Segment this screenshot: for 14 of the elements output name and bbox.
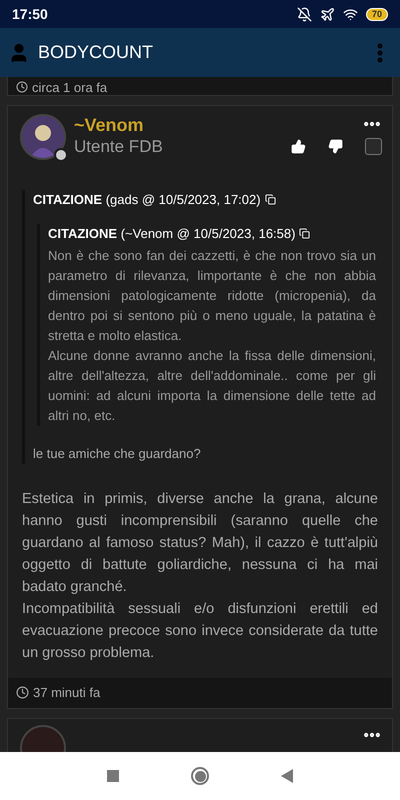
username[interactable]: ~Venom: [74, 114, 163, 136]
post-timestamp: circa 1 ora fa: [32, 80, 108, 95]
clock-time: 17:50: [12, 4, 48, 24]
quote-header: CITAZIONE (gads @ 10/5/2023, 17:02): [33, 191, 261, 209]
post-paragraph: Incompatibilità sessuali e/o disfunzioni erettili ed evacuazione precoce sono invece considerate da tutte un grosso problema.: [22, 600, 378, 662]
quote-header: CITAZIONE (~Venom @ 10/5/2023, 16:58): [48, 224, 296, 243]
quote-text: le tue amiche che guardano?: [33, 445, 202, 463]
quote-paragraph: Non è che sono fan dei cazzetti, è che non trovo sia un parametro di rilevanza, limportante è che non abbia dimensioni patologicamente ridotte (micropenia), da dentro poi si sentono più o meno uguale, la patatina è stretta e molto elastica.: [48, 247, 376, 345]
quote-paragraph: Alcune donne avranno anche la fissa delle dimensioni, altre dell'altezza, altre dell'addominale.. come per gli uomini: ad alcuni importa la dimensione delle tette ad altri no, etc.: [48, 347, 376, 425]
post-paragraph: Estetica in primis, diverse anche la grana, alcune hanno gusti incomprensibili (saranno quelle che guardano al famoso status? Mah), il cazzo è tutt'alpiù oggetto di battute goliardiche, nessuna ci ha mai badato granché.: [22, 490, 378, 596]
post-timestamp: 37 minuti fa: [33, 684, 100, 702]
user-role: Utente FDB: [74, 136, 163, 158]
battery-level: 70: [366, 8, 388, 20]
app-title: BODYCOUNT: [38, 41, 154, 64]
